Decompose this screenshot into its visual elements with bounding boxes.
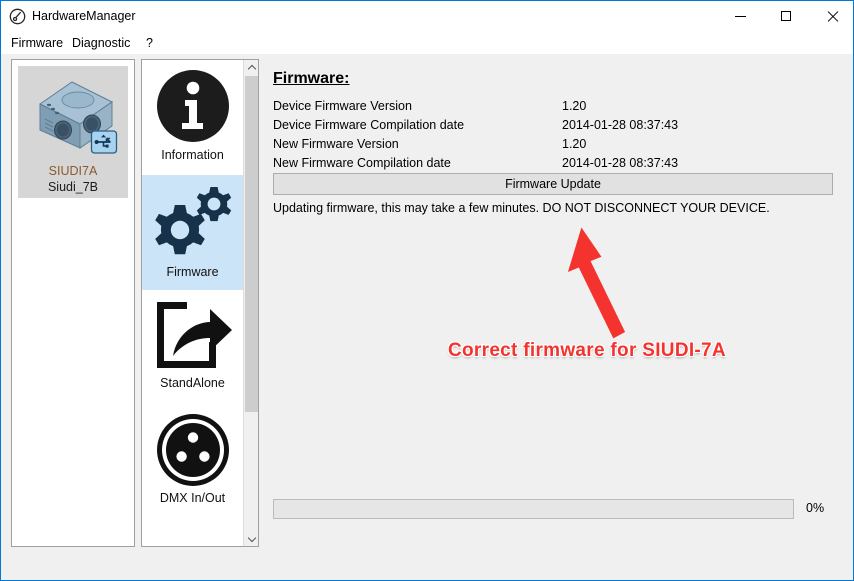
application-window: HardwareManager Firmware Diagnostic ? SI… [0, 0, 854, 581]
main-content: Firmware: Device Firmware Version 1.20 D… [267, 59, 845, 547]
nav-item-standalone[interactable]: StandAlone [142, 290, 243, 405]
status-message: Updating firmware, this may take a few m… [273, 201, 770, 215]
new-firmware-version-label: New Firmware Version [273, 137, 399, 151]
info-row: Device Firmware Version 1.20 [273, 97, 833, 116]
nav-scrollbar[interactable] [243, 60, 258, 546]
info-circle-icon [155, 68, 231, 144]
export-arrow-icon [153, 298, 233, 372]
chevron-up-icon[interactable] [244, 60, 258, 75]
progress-bar [273, 499, 794, 519]
info-row: New Firmware Compilation date 2014-01-28… [273, 154, 833, 173]
device-name-label: Siudi_7B [47, 180, 99, 194]
new-firmware-date-value: 2014-01-28 08:37:43 [562, 156, 679, 170]
close-icon [827, 11, 838, 22]
title-bar: HardwareManager [1, 0, 853, 31]
menu-bar: Firmware Diagnostic ? [1, 31, 853, 54]
minimize-button[interactable] [717, 1, 763, 31]
new-firmware-version-value: 1.20 [562, 137, 587, 151]
maximize-button[interactable] [763, 1, 809, 31]
firmware-update-button[interactable]: Firmware Update [273, 173, 833, 195]
nav-item-firmware[interactable]: Firmware [142, 175, 243, 290]
page-title: Firmware: [273, 70, 350, 87]
nav-item-dmx-label: DMX In/Out [159, 491, 226, 505]
chevron-down-glyph [247, 533, 256, 542]
nav-item-standalone-label: StandAlone [160, 376, 225, 390]
nav-item-information-label: Information [161, 148, 224, 162]
usb-icon [90, 128, 118, 156]
close-button[interactable] [809, 1, 853, 31]
nav-item-information[interactable]: Information [142, 60, 243, 175]
menu-item-diagnostic[interactable]: Diagnostic [67, 34, 135, 52]
menu-item-help[interactable]: ? [141, 34, 158, 52]
device-model-label: SIUDI7A [48, 164, 98, 178]
progress-section: 0% [273, 499, 851, 519]
nav-item-dmx[interactable]: DMX In/Out [142, 405, 243, 525]
xlr-connector-icon [156, 413, 230, 487]
info-row: New Firmware Version 1.20 [273, 135, 833, 154]
info-row: Device Firmware Compilation date 2014-01… [273, 116, 833, 135]
device-firmware-version-value: 1.20 [562, 99, 587, 113]
minimize-icon [734, 15, 746, 17]
new-firmware-date-label: New Firmware Compilation date [273, 156, 451, 170]
scrollbar-thumb[interactable] [245, 76, 258, 412]
chevron-down-icon[interactable] [244, 531, 258, 546]
nav-item-firmware-label: Firmware [166, 265, 219, 279]
device-firmware-date-value: 2014-01-28 08:37:43 [562, 118, 679, 132]
section-nav-list: Information Firmware StandAlone DMX In/O… [142, 60, 243, 546]
gears-icon [152, 183, 234, 261]
section-nav-panel: Information Firmware StandAlone DMX In/O… [141, 59, 259, 547]
device-firmware-date-label: Device Firmware Compilation date [273, 118, 465, 132]
progress-percent-label: 0% [806, 501, 825, 515]
menu-item-firmware[interactable]: Firmware [6, 34, 68, 52]
wrench-circle-icon [9, 8, 26, 25]
device-list-item[interactable]: SIUDI7A Siudi_7B [18, 66, 128, 198]
chevron-up-glyph [247, 64, 256, 73]
device-firmware-version-label: Device Firmware Version [273, 99, 412, 113]
device-list-panel: SIUDI7A Siudi_7B [11, 59, 135, 547]
window-title: HardwareManager [32, 9, 136, 23]
maximize-icon [781, 11, 791, 21]
